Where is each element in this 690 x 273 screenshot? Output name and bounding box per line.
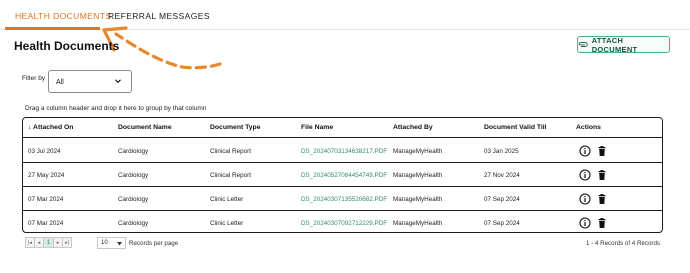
- records-summary: 1 - 4 Records of 4 Records: [586, 240, 660, 247]
- cell-document-type: Clinic Letter: [210, 220, 244, 227]
- trash-icon[interactable]: [596, 193, 608, 205]
- filter-value: All: [56, 79, 64, 86]
- cell-attached-by: ManageMyHealth: [393, 220, 443, 227]
- cell-attached-on: 07 Mar 2024: [28, 220, 64, 227]
- table-row: 03 Jul 2024 Cardiology Clinical Report D…: [23, 139, 662, 163]
- cell-valid-till: 03 Jan 2025: [484, 148, 519, 155]
- cell-document-name: Cardiology: [118, 196, 149, 203]
- column-attached-by[interactable]: Attached By: [393, 124, 433, 131]
- cell-document-type: Clinical Report: [210, 172, 251, 179]
- page-size-value: 10: [101, 240, 108, 246]
- column-document-valid-till[interactable]: Document Valid Till: [484, 124, 547, 131]
- column-file-name[interactable]: File Name: [301, 124, 333, 131]
- cell-attached-on: 03 Jul 2024: [28, 148, 61, 155]
- column-document-type[interactable]: Document Type: [210, 124, 260, 131]
- file-link[interactable]: DS_20240307092712229.PDF: [301, 220, 387, 227]
- cell-document-type: Clinical Report: [210, 148, 251, 155]
- info-icon[interactable]: [579, 145, 591, 157]
- attach-document-button[interactable]: ATTACH DOCUMENT: [577, 35, 670, 54]
- chevron-down-icon: [115, 79, 121, 84]
- column-document-name[interactable]: Document Name: [118, 124, 172, 131]
- documents-table: ↓ Attached On Document Name Document Typ…: [22, 117, 663, 233]
- cell-attached-on: 07 Mar 2024: [28, 196, 64, 203]
- filter-label: Filter by: [22, 75, 46, 82]
- active-tab-indicator: [5, 27, 100, 30]
- tab-health-documents[interactable]: HEALTH DOCUMENTS: [15, 11, 111, 21]
- cell-attached-by: ManageMyHealth: [393, 196, 443, 203]
- cell-document-type: Clinic Letter: [210, 196, 244, 203]
- cell-document-name: Cardiology: [118, 220, 149, 227]
- page-size-dropdown[interactable]: 10: [97, 237, 126, 249]
- tab-bar: HEALTH DOCUMENTS REFERRAL MESSAGES: [0, 0, 690, 30]
- column-actions: Actions: [576, 124, 601, 131]
- filter-dropdown[interactable]: All: [48, 70, 132, 93]
- cell-attached-on: 27 May 2024: [28, 172, 65, 179]
- last-page-button[interactable]: ▸|: [62, 237, 72, 248]
- cell-attached-by: ManageMyHealth: [393, 148, 443, 155]
- column-attached-on[interactable]: ↓ Attached On: [28, 124, 73, 131]
- group-by-hint: Drag a column header and drop it here to…: [25, 105, 207, 112]
- table-row: 27 May 2024 Cardiology Clinical Report D…: [23, 163, 662, 187]
- trash-icon[interactable]: [596, 217, 608, 229]
- cell-valid-till: 07 Sep 2024: [484, 220, 520, 227]
- info-icon[interactable]: [579, 193, 591, 205]
- file-link[interactable]: DS_20240527084454749.PDF: [301, 172, 387, 179]
- paperclip-icon: [578, 42, 588, 47]
- pagination: |◂ ◂ 1 ▸ ▸|: [25, 237, 72, 249]
- cell-attached-by: ManageMyHealth: [393, 172, 443, 179]
- file-link[interactable]: DS_20240703134638217.PDF: [301, 148, 387, 155]
- file-link[interactable]: DS_20240307135520682.PDF: [301, 196, 387, 203]
- tab-referral-messages[interactable]: REFERRAL MESSAGES: [108, 11, 210, 21]
- cell-document-name: Cardiology: [118, 148, 149, 155]
- cell-document-name: Cardiology: [118, 172, 149, 179]
- caret-down-icon: [117, 242, 122, 246]
- table-header: ↓ Attached On Document Name Document Typ…: [23, 118, 662, 138]
- cell-valid-till: 27 Nov 2024: [484, 172, 520, 179]
- table-row: 07 Mar 2024 Cardiology Clinic Letter DS_…: [23, 187, 662, 211]
- trash-icon[interactable]: [596, 169, 608, 181]
- trash-icon[interactable]: [596, 145, 608, 157]
- info-icon[interactable]: [579, 217, 591, 229]
- records-per-page-label: Records per page: [129, 240, 179, 247]
- cell-valid-till: 07 Sep 2024: [484, 196, 520, 203]
- attach-document-label: ATTACH DOCUMENT: [591, 35, 638, 54]
- info-icon[interactable]: [579, 169, 591, 181]
- table-row: 07 Mar 2024 Cardiology Clinic Letter DS_…: [23, 211, 662, 232]
- page-title: Health Documents: [14, 39, 120, 53]
